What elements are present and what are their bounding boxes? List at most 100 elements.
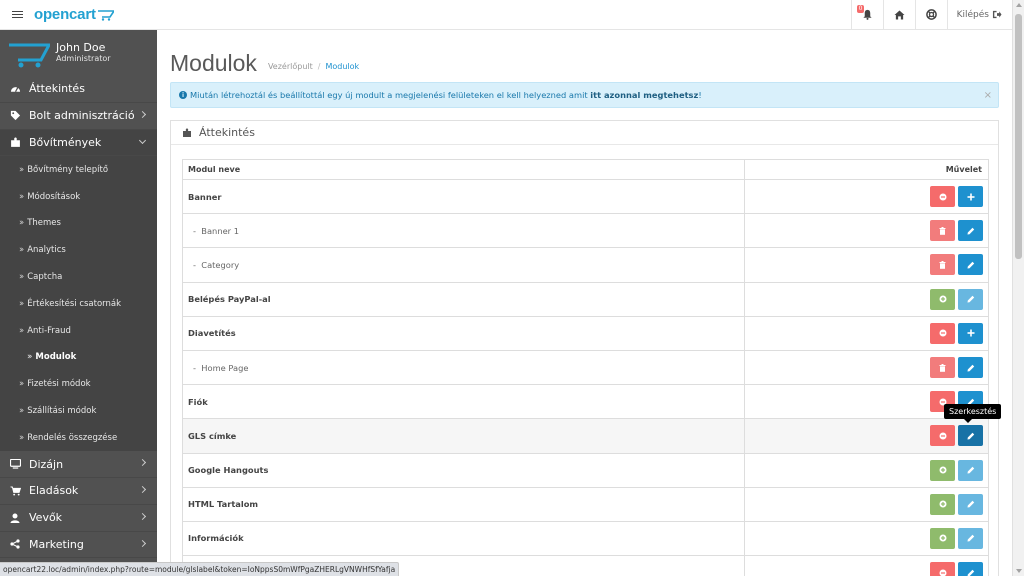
edit-button[interactable] <box>958 357 983 379</box>
menu-toggle-button[interactable] <box>0 0 34 30</box>
sign-out-icon <box>992 10 1002 19</box>
opencart-logo[interactable]: opencart <box>34 6 114 23</box>
action-cell <box>744 418 989 454</box>
info-circle-icon: i <box>179 91 187 99</box>
logout-button[interactable]: Kilépés <box>946 0 1012 30</box>
module-name: Információk <box>188 533 244 544</box>
minus-circle-icon <box>939 329 947 337</box>
double-chevron-right-icon: ›› <box>19 298 24 309</box>
minus-circle-icon <box>939 193 947 201</box>
sidebar-subitem-themes[interactable]: ›› Themes <box>0 209 157 237</box>
double-chevron-right-icon: ›› <box>27 352 33 363</box>
uninstall-button[interactable] <box>930 425 955 447</box>
breadcrumb-separator: / <box>317 62 321 71</box>
module-name-cell: HTML Tartalom <box>182 486 745 522</box>
sidebar-item-bolt-adminisztracio[interactable]: Bolt adminisztráció <box>0 103 157 130</box>
sidebar-subitem-rendeles-osszegzese[interactable]: ›› Rendelés összegzése <box>0 424 157 452</box>
sidebar-subitem-analytics[interactable]: ›› Analytics <box>0 236 157 264</box>
sidebar-subitem-modulok[interactable]: ›› Modulok <box>0 343 157 371</box>
module-name-cell: - Banner 1 <box>182 213 745 249</box>
sidebar-item-eladasok[interactable]: Eladások <box>0 478 157 505</box>
sidebar-subitem-captcha[interactable]: ›› Captcha <box>0 263 157 291</box>
page-title: Modulok <box>170 50 257 76</box>
user-profile[interactable]: John Doe Administrator <box>0 30 157 76</box>
double-chevron-right-icon: ›› <box>19 218 24 229</box>
action-cell <box>744 555 989 576</box>
edit-button[interactable] <box>958 220 983 242</box>
sidebar-subitem-bovitmeny-telepito[interactable]: ›› Bővítmény telepítő <box>0 156 157 184</box>
sidebar-item-bovitmenyek[interactable]: Bővítmények <box>0 129 157 157</box>
alert-close-button[interactable]: × <box>984 90 992 101</box>
sidebar-subitem-label: Értékesítési csatornák <box>27 298 122 309</box>
home-button[interactable] <box>882 0 915 30</box>
module-name-cell: Diavetítés <box>182 315 745 351</box>
sidebar: John Doe Administrator Áttekintés Bolt ad… <box>0 30 157 576</box>
scroll-up-arrow-icon[interactable] <box>1016 3 1022 7</box>
home-icon <box>894 9 905 20</box>
action-cell <box>744 520 989 557</box>
trash-icon <box>939 226 946 235</box>
pencil-icon <box>967 295 975 303</box>
uninstall-button[interactable] <box>930 186 955 208</box>
sidebar-subitem-label: Analytics <box>27 245 66 256</box>
uninstall-button[interactable] <box>930 322 955 344</box>
info-alert: i Miután létrehoztál és beállítottál egy… <box>170 82 999 108</box>
page-scrollbar[interactable] <box>1012 0 1024 576</box>
delete-button[interactable] <box>930 220 955 242</box>
edit-button[interactable] <box>958 254 983 276</box>
uninstall-button[interactable] <box>930 562 955 576</box>
module-name-cell: Google Hangouts <box>182 452 745 488</box>
sidebar-item-label: Marketing <box>29 537 84 551</box>
module-name-cell: Fiók <box>182 384 745 420</box>
scroll-down-arrow-icon[interactable] <box>1016 569 1022 573</box>
double-chevron-right-icon: ›› <box>19 271 24 282</box>
edit-button-disabled[interactable] <box>958 288 983 310</box>
notifications-button[interactable]: 0 <box>850 0 883 30</box>
add-button[interactable] <box>958 322 983 344</box>
edit-button[interactable] <box>958 562 983 576</box>
sidebar-subitem-label: Modulok <box>35 352 77 363</box>
edit-button-hovered[interactable] <box>958 425 983 447</box>
sidebar-subitem-label: Fizetési módok <box>27 379 91 390</box>
sidebar-item-vevok[interactable]: Vevők <box>0 505 157 532</box>
breadcrumb-current[interactable]: Modulok <box>325 62 359 71</box>
sidebar-subitem-fizetesi-modok[interactable]: ›› Fizetési módok <box>0 370 157 398</box>
sidebar-item-label: Dizájn <box>29 457 64 471</box>
module-name: Category <box>201 259 240 270</box>
delete-button[interactable] <box>930 254 955 276</box>
sidebar-item-marketing[interactable]: Marketing <box>0 532 157 559</box>
sidebar-subitem-szallitasi-modok[interactable]: ›› Szállítási módok <box>0 397 157 425</box>
scrollbar-thumb[interactable] <box>1015 14 1022 259</box>
chevron-icon <box>138 110 147 118</box>
sidebar-item-dizajn[interactable]: Dizájn <box>0 451 157 478</box>
sidebar-item-attekintes[interactable]: Áttekintés <box>0 76 157 103</box>
sidebar-subitem-ertekesitesi-csatornak[interactable]: ›› Értékesítési csatornák <box>0 290 157 318</box>
modules-panel: Áttekintés Modul neve Művelet Banner - Ba… <box>170 120 999 576</box>
module-name: Google Hangouts <box>188 465 269 476</box>
browser-status-url: opencart22.loc/admin/index.php?route=mod… <box>0 562 400 576</box>
puzzle-icon <box>183 128 191 137</box>
help-button[interactable] <box>914 0 947 30</box>
plus-circle-icon <box>939 295 947 303</box>
table-row: Google Hangouts <box>182 452 989 488</box>
dashboard-icon <box>9 84 21 93</box>
breadcrumb-home[interactable]: Vezérlőpult <box>268 62 313 71</box>
install-button[interactable] <box>930 288 955 310</box>
alert-link[interactable]: itt azonnal megtehetsz <box>590 90 698 100</box>
action-cell <box>744 213 989 249</box>
install-button[interactable] <box>930 493 955 515</box>
edit-button-disabled[interactable] <box>958 459 983 481</box>
add-button[interactable] <box>958 186 983 208</box>
main-content: Modulok Vezérlőpult / Modulok i Miután l… <box>157 30 1012 576</box>
sidebar-subitem-modositasok[interactable]: ›› Módosítások <box>0 183 157 210</box>
module-name: Fiók <box>188 396 208 407</box>
edit-button-disabled[interactable] <box>958 527 983 549</box>
trash-icon <box>939 363 946 372</box>
column-header-action: Művelet <box>744 159 989 180</box>
delete-button[interactable] <box>930 357 955 379</box>
install-button[interactable] <box>930 459 955 481</box>
sidebar-subitem-anti-fraud[interactable]: ›› Anti-Fraud <box>0 317 157 344</box>
install-button[interactable] <box>930 527 955 549</box>
edit-button-disabled[interactable] <box>958 493 983 515</box>
column-header-name[interactable]: Modul neve <box>182 159 745 180</box>
